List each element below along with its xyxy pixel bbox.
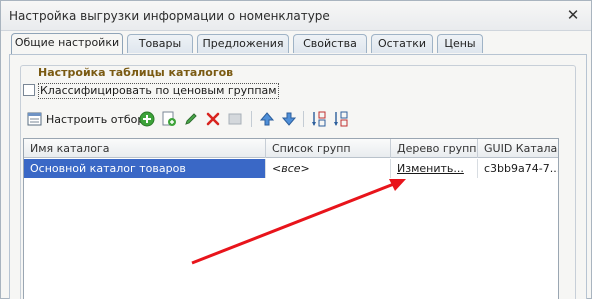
cell-catalog-name[interactable]: Основной каталог товаров (24, 159, 266, 178)
price-groups-label[interactable]: Классифицировать по ценовым группам (38, 83, 279, 99)
column-header-group-tree[interactable]: Дерево групп (391, 139, 478, 158)
cell-group-tree-edit-link[interactable]: Изменить... (391, 159, 478, 178)
tab-general-settings[interactable]: Общие настройки (11, 33, 123, 54)
move-up-button[interactable] (259, 109, 275, 129)
tab-prices[interactable]: Цены (437, 34, 483, 53)
edit-icon (185, 113, 197, 125)
tab-products[interactable]: Товары (127, 34, 193, 53)
filter-settings-button[interactable]: Настроить отбор (27, 109, 144, 129)
disabled-icon (228, 113, 242, 125)
cell-guid[interactable]: c3bb9a74-7... (478, 159, 558, 178)
price-groups-checkbox[interactable] (23, 84, 35, 96)
toolbar-separator (303, 111, 304, 127)
add-button[interactable] (139, 109, 155, 129)
catalog-toolbar: Настроить отбор (23, 109, 563, 129)
tab-properties[interactable]: Свойства (293, 34, 367, 53)
add-copy-icon (162, 111, 176, 126)
delete-button[interactable] (205, 109, 221, 129)
window-title: Настройка выгрузки информации о номенкла… (9, 9, 330, 23)
move-down-icon (281, 112, 297, 126)
disabled-button[interactable] (227, 109, 243, 129)
column-header-guid[interactable]: GUID Катала... (478, 139, 558, 158)
group-title: Настройка таблицы каталогов (35, 66, 237, 79)
sort-asc-icon (312, 111, 326, 127)
column-header-group-list[interactable]: Список групп (266, 139, 391, 158)
tab-stock[interactable]: Остатки (371, 34, 433, 53)
add-icon (139, 111, 155, 127)
move-down-button[interactable] (281, 109, 297, 129)
tab-offers[interactable]: Предложения (197, 34, 289, 53)
table-header: Имя каталога Список групп Дерево групп G… (24, 139, 558, 158)
filter-settings-label: Настроить отбор (46, 112, 145, 126)
add-copy-button[interactable] (161, 109, 177, 129)
column-header-catalog-name[interactable]: Имя каталога (24, 139, 266, 158)
delete-icon (206, 112, 220, 126)
sort-desc-icon (334, 111, 348, 127)
filter-settings-icon (27, 112, 42, 126)
sort-desc-button[interactable] (333, 109, 349, 129)
toolbar-separator (251, 111, 252, 127)
settings-window: Настройка выгрузки информации о номенкла… (0, 0, 592, 299)
table-row[interactable]: Основной каталог товаров <все> Изменить.… (24, 159, 558, 178)
catalogs-table: Имя каталога Список групп Дерево групп G… (23, 138, 559, 299)
sort-asc-button[interactable] (311, 109, 327, 129)
title-bar: Настройка выгрузки информации о номенкла… (1, 1, 591, 31)
move-up-icon (259, 112, 275, 126)
close-icon[interactable]: ✕ (565, 7, 581, 23)
edit-button[interactable] (183, 109, 199, 129)
cell-group-list[interactable]: <все> (266, 159, 391, 178)
